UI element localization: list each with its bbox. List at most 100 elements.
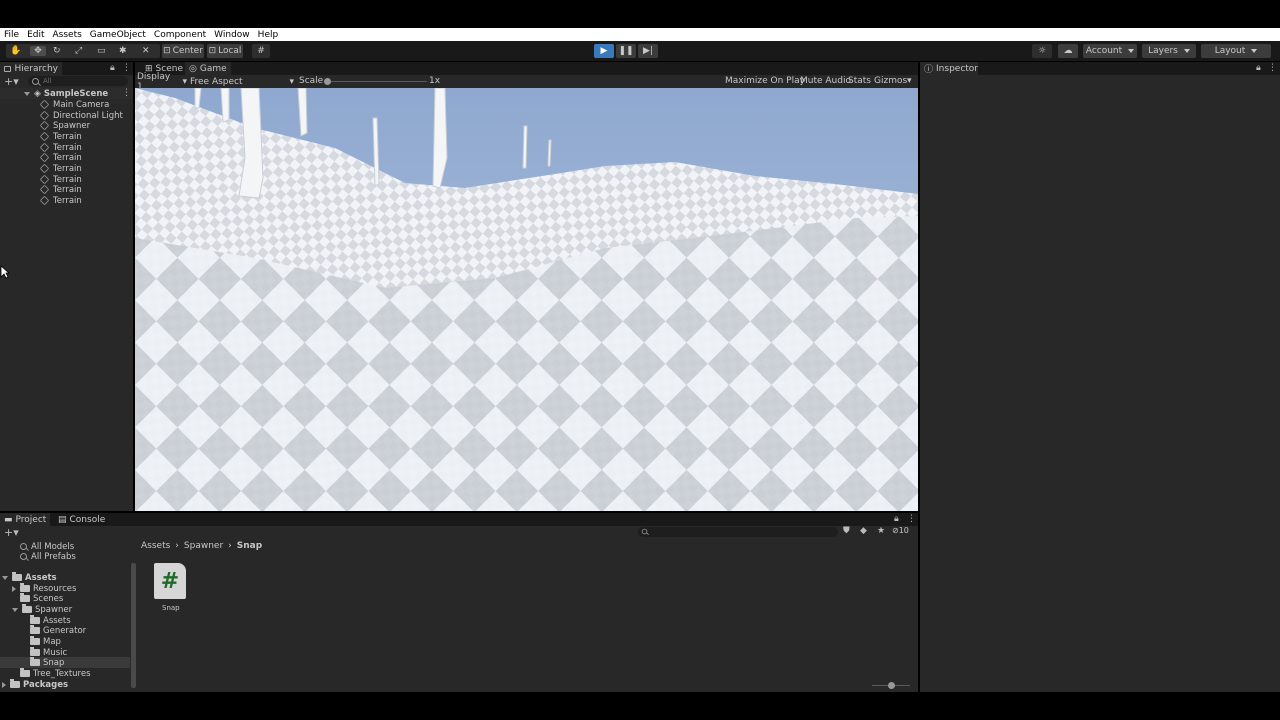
lock-icon[interactable]: 🔒︎ (110, 63, 115, 73)
search-by-label-icon[interactable]: ◆ (860, 526, 867, 536)
rect-tool-icon[interactable]: ▭ (97, 46, 106, 56)
collapse-icon[interactable] (12, 585, 16, 592)
chevron-down-icon: ▾ (289, 76, 294, 87)
tab-game[interactable]: ◎ Game (185, 62, 231, 75)
hierarchy-item-terrain[interactable]: Terrain (0, 131, 82, 142)
expand-icon[interactable] (12, 607, 18, 612)
hidden-packages-toggle[interactable]: ⊘ 10 (892, 526, 909, 535)
menu-file[interactable]: File (0, 30, 23, 40)
asset-snap-script[interactable]: # (154, 563, 186, 603)
hierarchy-item-terrain[interactable]: Terrain (0, 184, 82, 195)
more-menu-icon[interactable]: ⋮ (122, 63, 131, 73)
hierarchy-tabbar: Hierarchy 🔒︎ ⋮ (0, 62, 133, 75)
menu-gameobject[interactable]: GameObject (86, 30, 150, 40)
account-dropdown[interactable]: Account (1083, 44, 1137, 58)
menu-window[interactable]: Window (210, 30, 254, 40)
expand-icon[interactable] (24, 91, 30, 96)
search-by-type-icon[interactable]: ⛊ (843, 526, 850, 536)
display-dropdown[interactable]: Display 1 ▾ (137, 72, 187, 92)
cloud-button[interactable]: ☁ (1058, 44, 1078, 58)
hierarchy-search-input[interactable]: All (28, 76, 128, 86)
layers-dropdown[interactable]: Layers (1142, 44, 1196, 58)
folder-icon (30, 647, 40, 656)
icon-size-slider-thumb[interactable] (888, 682, 895, 689)
menu-help[interactable]: Help (254, 30, 283, 40)
tree-scenes[interactable]: Scenes (20, 593, 63, 604)
project-search-input[interactable] (638, 527, 838, 537)
scale-tool-icon[interactable]: ⤢ (75, 46, 82, 56)
transform-tools: ✋ ✥ ↻ ⤢ ▭ ✱ ✕ (6, 44, 160, 58)
expand-icon[interactable] (2, 575, 8, 580)
favorites-star-icon[interactable]: ★ (877, 526, 885, 536)
breadcrumb-snap[interactable]: Snap (237, 541, 262, 551)
hierarchy-item-main-camera[interactable]: Main Camera (0, 99, 109, 110)
play-button[interactable]: ▶ (594, 44, 614, 58)
game-view-panel: ⊞ Scene ◎ Game Display 1 ▾ Free Aspect ▾… (135, 62, 918, 511)
gameobject-icon (39, 174, 50, 185)
collapse-icon[interactable] (2, 681, 6, 688)
breadcrumb-assets[interactable]: Assets (141, 541, 170, 551)
hand-tool-icon[interactable]: ✋ (10, 46, 21, 56)
folder-icon (30, 636, 40, 645)
tab-inspector[interactable]: ⓘ Inspector (920, 62, 978, 75)
hierarchy-item-terrain[interactable]: Terrain (0, 195, 82, 206)
hierarchy-item-terrain[interactable]: Terrain (0, 152, 82, 163)
collab-button[interactable]: ☼ (1032, 44, 1052, 58)
chevron-down-icon[interactable]: ▾ (907, 76, 912, 86)
gameobject-icon (39, 163, 50, 174)
scene-row[interactable]: ◈ SampleScene ⋮ (0, 88, 133, 99)
add-icon[interactable]: +▾ (4, 75, 19, 88)
more-menu-icon[interactable]: ⋮ (907, 514, 916, 524)
tree-assets[interactable]: Assets (2, 572, 57, 583)
tree-packages[interactable]: Packages (2, 679, 68, 690)
tree-map[interactable]: Map (30, 636, 61, 647)
tab-hierarchy[interactable]: Hierarchy (0, 62, 62, 75)
hierarchy-item-terrain[interactable]: Terrain (0, 163, 82, 174)
stats-toggle[interactable]: Stats (848, 76, 871, 86)
tree-spawner[interactable]: Spawner (12, 604, 72, 615)
lock-icon[interactable]: 🔒︎ (1256, 63, 1261, 73)
mute-audio-toggle[interactable]: Mute Audio (800, 76, 851, 86)
move-tool-icon[interactable]: ✥ (30, 46, 46, 56)
tree-snap[interactable]: Snap (30, 657, 64, 668)
step-button[interactable]: ▶| (638, 44, 658, 58)
menu-edit[interactable]: Edit (23, 30, 48, 40)
gameobject-icon (39, 184, 50, 195)
eye-hidden-icon: ⊘ (892, 526, 899, 535)
project-tabbar: ▬ Project ▤ Console 🔒︎ ⋮ (0, 513, 918, 526)
transform-tool-icon[interactable]: ✱ (119, 46, 127, 56)
aspect-dropdown[interactable]: Free Aspect ▾ (190, 75, 294, 88)
tree-generator[interactable]: Generator (30, 625, 86, 636)
grid-snap-button[interactable]: # (252, 44, 270, 58)
gizmos-toggle[interactable]: Gizmos (874, 76, 907, 86)
favorite-all-prefabs[interactable]: All Prefabs (20, 551, 76, 562)
tab-project[interactable]: ▬ Project (0, 513, 50, 526)
folder-icon (30, 657, 40, 666)
space-local-toggle[interactable]: ⊡ Local (207, 44, 243, 58)
breadcrumb-separator-icon: › (175, 540, 179, 551)
add-icon[interactable]: +▾ (4, 526, 19, 539)
search-icon (32, 77, 39, 85)
hierarchy-item-spawner[interactable]: Spawner (0, 120, 90, 131)
folder-icon (30, 615, 40, 624)
rotate-tool-icon[interactable]: ↻ (53, 46, 61, 56)
tree-tree-textures[interactable]: Tree_Textures (20, 668, 91, 679)
tree-scrollbar[interactable] (131, 563, 136, 688)
search-icon (641, 528, 648, 535)
lock-icon[interactable]: 🔒︎ (894, 514, 899, 524)
scale-slider[interactable] (325, 81, 427, 82)
menu-component[interactable]: Component (150, 30, 210, 40)
game-viewport[interactable] (135, 88, 918, 511)
more-menu-icon[interactable]: ⋮ (1268, 63, 1277, 73)
pause-button[interactable]: ❚❚ (616, 44, 636, 58)
custom-tool-icon[interactable]: ✕ (142, 46, 150, 56)
layout-dropdown[interactable]: Layout (1201, 44, 1271, 58)
scene-menu-icon[interactable]: ⋮ (122, 88, 131, 98)
folder-icon (10, 679, 20, 688)
scale-slider-thumb[interactable] (324, 78, 331, 85)
menu-assets[interactable]: Assets (49, 30, 86, 40)
breadcrumb-spawner[interactable]: Spawner (184, 541, 223, 551)
tab-console[interactable]: ▤ Console (54, 513, 106, 526)
pivot-center-toggle[interactable]: ⊡ Center (162, 44, 204, 58)
maximize-on-play-toggle[interactable]: Maximize On Play (725, 76, 805, 86)
